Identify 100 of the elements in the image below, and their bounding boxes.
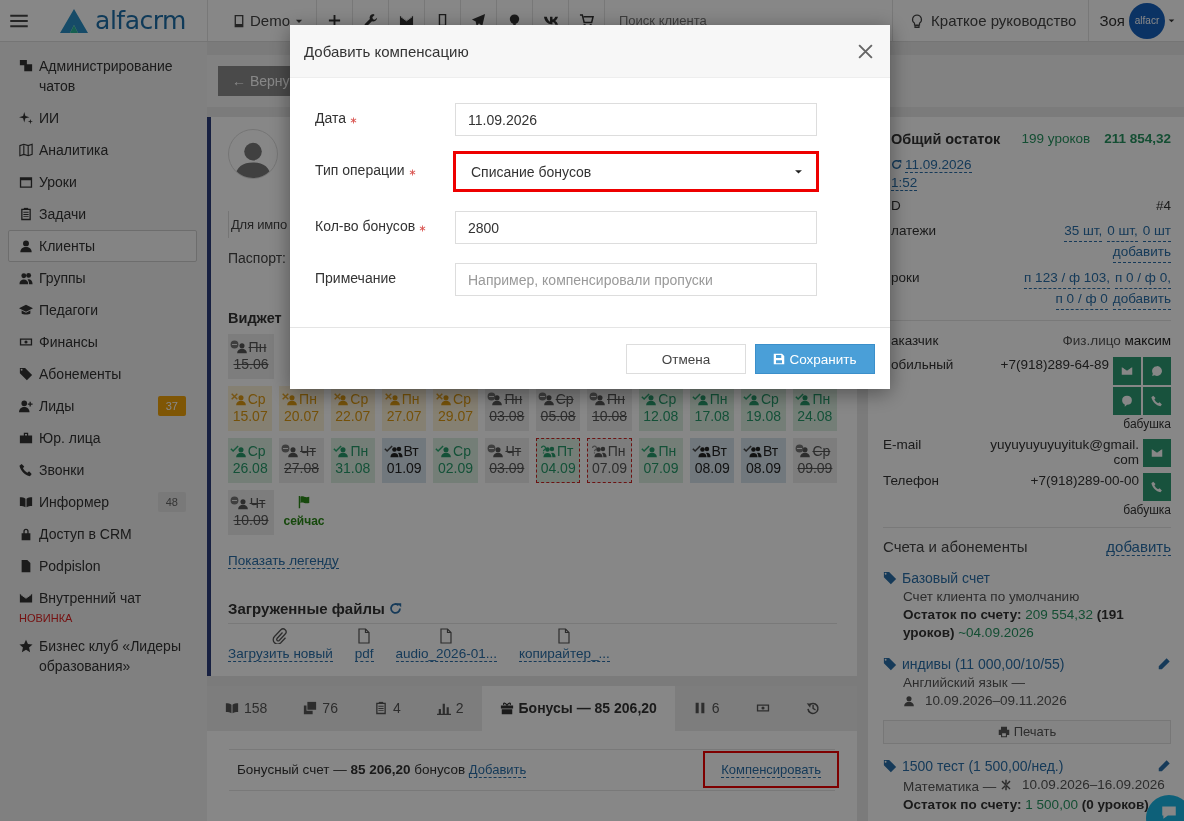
operation-type-select[interactable]: Списание бонусов xyxy=(453,151,819,192)
account-title[interactable]: 1500 тест (1 500,00/нед.) xyxy=(902,757,1152,774)
nav-label: Уроки xyxy=(39,173,78,192)
account-title[interactable]: Базовый счет xyxy=(902,569,1171,586)
legend-link[interactable]: Показать легенду xyxy=(228,552,339,569)
book-icon xyxy=(225,701,239,716)
lesson-tile[interactable]: Ср 09.09 xyxy=(792,437,838,483)
tab[interactable]: 4 xyxy=(355,685,419,731)
nav-item[interactable]: Клиенты xyxy=(8,230,197,262)
person-icon xyxy=(235,341,248,354)
lesson-tile[interactable]: Вт 08.09 xyxy=(690,437,735,483)
lesson-tile[interactable]: Пн 20.07 xyxy=(279,385,324,431)
person-icon xyxy=(748,393,760,406)
lesson-tile[interactable]: Чт 27.08 xyxy=(279,437,324,483)
compensate-link[interactable]: Компенсировать xyxy=(721,762,821,779)
contact-action-button[interactable] xyxy=(1143,356,1171,385)
lesson-tile[interactable]: Пн 07.09 xyxy=(638,437,684,483)
nav-item[interactable]: Доступ в CRM xyxy=(8,518,197,550)
cancel-button[interactable]: Отмена xyxy=(626,344,746,374)
lesson-tile[interactable]: Пт 04.09 xyxy=(535,437,581,483)
nav-item[interactable]: Информер 48 xyxy=(8,486,197,518)
time-link[interactable]: 1:52 xyxy=(891,174,918,191)
lesson-tile[interactable]: Вт 08.09 xyxy=(741,437,786,483)
lesson-tile[interactable]: Ср 15.07 xyxy=(228,385,273,431)
lesson-tile[interactable]: Ср 26.08 xyxy=(228,437,273,483)
wrench-icon xyxy=(363,13,378,28)
count-link[interactable]: 0 шт xyxy=(1142,220,1171,242)
nav-item[interactable]: Администрирование чатов xyxy=(8,50,197,102)
refresh-icon xyxy=(388,601,402,615)
lesson-tile[interactable]: Вт 01.09 xyxy=(382,437,427,483)
tab[interactable]: 158 xyxy=(207,685,286,731)
nav-item[interactable]: Педагоги xyxy=(8,294,197,326)
nav-item[interactable]: Задачи xyxy=(8,198,197,230)
new-label: НОВИНКА xyxy=(19,612,74,624)
guide-button[interactable]: Краткое руководство xyxy=(892,0,1090,41)
add-link[interactable]: добавить xyxy=(1112,288,1171,310)
lesson-tile[interactable]: Пн 07.09 xyxy=(587,437,632,483)
input-field[interactable]: 11.09.2026 xyxy=(455,103,817,136)
nav-item[interactable]: Группы xyxy=(8,262,197,294)
add-link[interactable]: добавить xyxy=(1112,241,1171,263)
tab[interactable]: 76 xyxy=(285,685,356,731)
count-link[interactable]: п 0 / ф 0 xyxy=(1055,288,1108,310)
add-link[interactable]: Добавить xyxy=(468,762,527,779)
lesson-tile[interactable]: Пн 31.08 xyxy=(330,437,375,483)
contact-action-button[interactable] xyxy=(1143,386,1171,415)
dialog-title: Добавить компенсацию xyxy=(304,42,469,60)
lesson-tile[interactable]: Ср 02.09 xyxy=(433,437,478,483)
star-icon xyxy=(19,639,33,653)
nav-item[interactable]: Внутренний чат НОВИНКА xyxy=(8,582,197,630)
tag-icon xyxy=(883,758,897,773)
add-link[interactable]: добавить xyxy=(1106,537,1171,556)
file-link[interactable]: pdf xyxy=(354,645,374,662)
nav-item[interactable]: Podpislon xyxy=(8,550,197,582)
count-link[interactable]: п 123 / ф 103, xyxy=(1024,267,1111,289)
tag-icon xyxy=(883,570,897,585)
nav-item[interactable]: ИИ xyxy=(8,102,197,134)
nav-item[interactable]: Звонки xyxy=(8,454,197,486)
contact-value: yuyuyuyuyuyituk@gmail.com xyxy=(989,436,1139,467)
contact-value: +7(918)289-00-00 xyxy=(1030,472,1139,488)
account-subject: Математика — xyxy=(903,778,997,794)
tab[interactable]: 2 xyxy=(418,685,482,731)
contact-action-button[interactable] xyxy=(1143,472,1171,501)
cart-icon xyxy=(579,13,594,28)
contact-action-button[interactable] xyxy=(1143,438,1171,467)
nav-item[interactable]: Абонементы xyxy=(8,358,197,390)
lesson-weekday: Пн xyxy=(504,391,523,409)
lesson-tile[interactable]: Чт 03.09 xyxy=(484,437,529,483)
user-avatar[interactable]: alfacr xyxy=(1129,2,1165,39)
person-icon xyxy=(286,393,299,406)
count-link[interactable]: п 0 / ф 0, xyxy=(1115,267,1171,289)
check-icon xyxy=(332,443,342,453)
date-link[interactable]: 11.09.2026 xyxy=(905,156,972,173)
nav-item[interactable]: Бизнес клуб «Лидеры образования» xyxy=(8,630,197,682)
input-field[interactable]: 2800 xyxy=(455,211,817,244)
tab[interactable]: 6 xyxy=(674,685,738,731)
save-button[interactable]: Сохранить xyxy=(755,344,875,374)
nav-item[interactable]: Лиды 37 xyxy=(8,390,197,422)
nav-item[interactable]: Аналитика xyxy=(8,134,197,166)
account-title[interactable]: индивы (11 000,00/10/55) xyxy=(902,655,1152,672)
bar-chart-icon xyxy=(436,701,451,716)
lesson-tile[interactable]: Чт 10.09 xyxy=(228,489,274,535)
count-link[interactable]: 35 шт, xyxy=(1064,220,1103,242)
field-label: Тип операции xyxy=(315,162,405,179)
nav-item[interactable]: Юр. лица xyxy=(8,422,197,454)
contact-action-button[interactable] xyxy=(1113,356,1141,385)
count-link[interactable]: 0 шт, xyxy=(1107,220,1138,242)
required-icon xyxy=(419,225,427,232)
nav-item[interactable]: Уроки xyxy=(8,166,197,198)
nav-item[interactable]: Финансы xyxy=(8,326,197,358)
input-field[interactable]: Например, компенсировали пропуски xyxy=(455,263,817,296)
file-link[interactable]: копирайтер_... xyxy=(518,645,610,662)
contact-action-button[interactable] xyxy=(1113,386,1141,415)
nav-label: Доступ в CRM xyxy=(39,525,133,544)
lesson-tile[interactable]: Пн 15.06 xyxy=(228,333,274,379)
tab[interactable]: Бонусы — 85 206,20 xyxy=(481,685,675,731)
print-button[interactable]: Печать xyxy=(883,719,1171,744)
search-field[interactable]: Поиск клиента xyxy=(605,13,873,28)
lessons-total: 199 уроков xyxy=(1021,131,1091,147)
file-link[interactable]: audio_2026-01... xyxy=(395,645,497,662)
file-link[interactable]: Загрузить новый xyxy=(228,645,333,662)
